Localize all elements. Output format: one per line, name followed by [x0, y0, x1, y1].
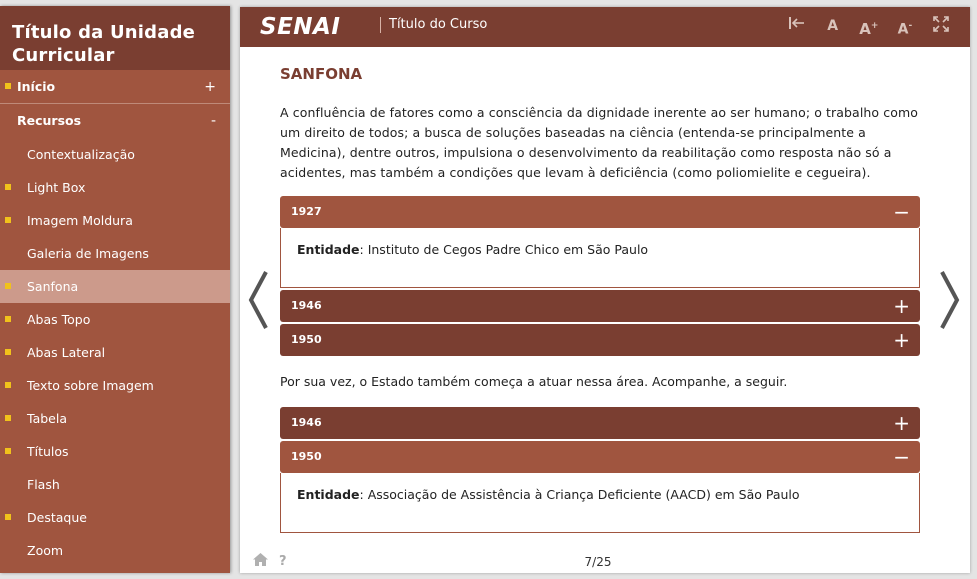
bullet-icon: [5, 514, 11, 520]
middle-paragraph: Por sua vez, o Estado também começa a at…: [280, 374, 788, 389]
accordion-header-1950[interactable]: 1950 +: [280, 324, 920, 356]
sidebar-item[interactable]: Títulos: [0, 435, 230, 468]
sidebar-item-label: Flash: [27, 477, 60, 492]
bullet-icon: [5, 415, 11, 421]
bullet-icon: [5, 283, 11, 289]
sidebar-item[interactable]: Destaque: [0, 501, 230, 534]
entity-label: Entidade: [297, 487, 360, 502]
prev-page-arrow-icon[interactable]: [246, 269, 270, 341]
sidebar-item-label: Imagem Moldura: [27, 213, 133, 228]
bullet-icon: [5, 382, 11, 388]
sidebar-section-label: Recursos: [17, 113, 82, 128]
sidebar-section-inicio[interactable]: Início +: [0, 70, 230, 104]
sidebar-item-label: Texto sobre Imagem: [27, 378, 154, 393]
bullet-icon: [5, 448, 11, 454]
accordion-body-1950: Entidade: Associação de Assistência à Cr…: [280, 473, 920, 533]
accordion-header-1950[interactable]: 1950 −: [280, 441, 920, 473]
sidebar-item-label: Tabela: [27, 411, 67, 426]
main-panel: SENAI Título do Curso A A+ A- SANFONA A …: [240, 7, 970, 573]
senai-logo: SENAI: [260, 14, 341, 40]
sidebar-item[interactable]: Texto sobre Imagem: [0, 369, 230, 402]
sidebar-item[interactable]: Light Box: [0, 171, 230, 204]
sidebar-item[interactable]: Tabela: [0, 402, 230, 435]
sidebar-item-label: Sanfona: [27, 279, 79, 294]
fullscreen-icon[interactable]: [930, 15, 952, 37]
page-title: SANFONA: [280, 65, 363, 83]
font-decrease-icon[interactable]: A-: [894, 15, 916, 38]
next-page-arrow-icon[interactable]: [938, 269, 962, 341]
sidebar-item-label: Light Box: [27, 180, 86, 195]
collapse-icon[interactable]: -: [211, 104, 216, 138]
sidebar-section-recursos[interactable]: Recursos -: [0, 104, 230, 138]
sidebar-section-label: Início: [17, 79, 56, 94]
sidebar-item-label: Destaque: [27, 510, 87, 525]
collapse-icon[interactable]: −: [893, 196, 910, 228]
sidebar-item[interactable]: Abas Topo: [0, 303, 230, 336]
content-area: SANFONA A confluência de fatores como a …: [280, 47, 920, 535]
sidebar-item[interactable]: Imagem Moldura: [0, 204, 230, 237]
sidebar-item[interactable]: Sanfona: [0, 270, 230, 303]
sidebar-item-label: Abas Lateral: [27, 345, 106, 360]
accordion-header-1946[interactable]: 1946 +: [280, 407, 920, 439]
sidebar: Título da Unidade Curricular Início + Re…: [0, 6, 230, 573]
font-normal-icon[interactable]: A: [822, 15, 844, 37]
expand-icon[interactable]: +: [204, 70, 216, 104]
expand-icon[interactable]: +: [893, 407, 910, 439]
sidebar-item-label: Galeria de Imagens: [27, 246, 149, 261]
sidebar-item[interactable]: Abas Lateral: [0, 336, 230, 369]
toolbar: A A+ A-: [777, 15, 952, 38]
intro-paragraph: A confluência de fatores como a consciên…: [280, 105, 918, 180]
sidebar-item-label: Títulos: [27, 444, 69, 459]
sidebar-item-label: Zoom: [27, 543, 64, 558]
expand-icon[interactable]: +: [893, 290, 910, 322]
collapse-icon[interactable]: −: [893, 441, 910, 473]
page-indicator: 7/25: [584, 555, 612, 569]
font-increase-icon[interactable]: A+: [858, 15, 880, 38]
top-bar: SENAI Título do Curso A A+ A-: [240, 7, 970, 47]
footer: ? 7/25: [240, 551, 970, 573]
accordion-header-1946[interactable]: 1946 +: [280, 290, 920, 322]
sidebar-item[interactable]: Flash: [0, 468, 230, 501]
bullet-icon: [5, 184, 11, 190]
course-title: Título do Curso: [380, 17, 487, 33]
accordion-1: 1927 − Entidade: Instituto de Cegos Padr…: [280, 196, 920, 356]
accordion-header-1927[interactable]: 1927 −: [280, 196, 920, 228]
unit-title: Título da Unidade Curricular: [0, 6, 230, 70]
accordion-body-1927: Entidade: Instituto de Cegos Padre Chico…: [280, 228, 920, 288]
bullet-icon: [5, 83, 11, 89]
entity-label: Entidade: [297, 242, 360, 257]
sidebar-item[interactable]: Contextualização: [0, 138, 230, 171]
sidebar-item[interactable]: Zoom: [0, 534, 230, 567]
sidebar-item[interactable]: Galeria de Imagens: [0, 237, 230, 270]
expand-icon[interactable]: +: [893, 324, 910, 356]
entity-text: : Instituto de Cegos Padre Chico em São …: [359, 242, 649, 257]
back-to-start-icon[interactable]: [786, 15, 808, 37]
sidebar-item-label: Contextualização: [27, 147, 135, 162]
sidebar-item-label: Abas Topo: [27, 312, 91, 327]
bullet-icon: [5, 316, 11, 322]
bullet-icon: [5, 349, 11, 355]
accordion-2: 1946 + 1950 − Entidade: Associação de As…: [280, 407, 920, 533]
entity-text: : Associação de Assistência à Criança De…: [359, 487, 800, 502]
bullet-icon: [5, 217, 11, 223]
